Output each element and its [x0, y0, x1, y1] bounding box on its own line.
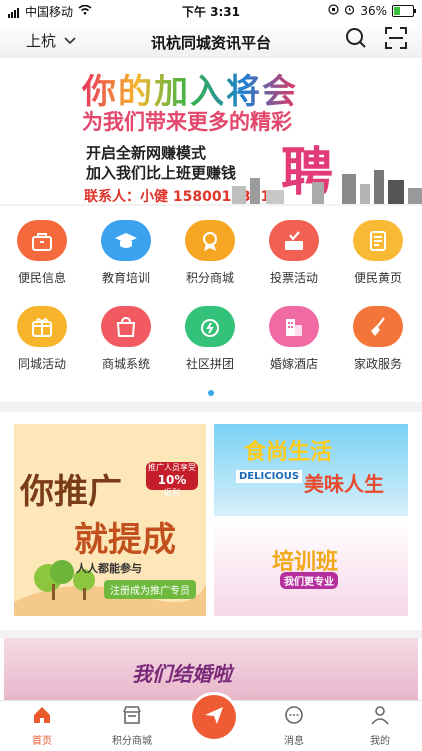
- message-icon: [284, 705, 304, 729]
- alarm-clock-icon: [185, 306, 235, 347]
- grid-item[interactable]: 社区拼团: [168, 292, 252, 372]
- rebate-tag-bottom: 返利: [164, 488, 180, 497]
- status-right: 36%: [328, 4, 416, 18]
- broom-icon: [353, 306, 403, 347]
- grid-item-label: 便民信息: [17, 271, 66, 285]
- app-header: 上杭 讯杭同城资讯平台: [0, 22, 422, 58]
- alarm-icon: [344, 4, 355, 18]
- grid-item[interactable]: 婚嫁酒店: [252, 292, 336, 372]
- grid-item-label: 投票活动: [269, 271, 318, 285]
- grid-item[interactable]: 商城系统: [84, 292, 168, 372]
- grid-item-label: 婚嫁酒店: [269, 357, 318, 371]
- wedding-banner[interactable]: 我们结婚啦: [0, 638, 422, 700]
- grid-item[interactable]: 积分商城: [168, 206, 252, 286]
- tab-profile[interactable]: 我的: [338, 705, 422, 747]
- wedding-banner-bg: 我们结婚啦: [4, 638, 418, 700]
- category-grid: 便民信息 教育培训 积分商城 投票活动 便民黄页 同城活动 商城系统 社区拼团 …: [0, 206, 422, 402]
- home-icon: [32, 705, 52, 729]
- grid-item-label: 教育培训: [101, 271, 150, 285]
- tab-label: 消息: [284, 736, 304, 747]
- skyline-graphic: [232, 170, 422, 204]
- bottom-tab-bar: 首页 积分商城 消息 我的: [0, 695, 422, 751]
- graduation-cap-icon: [101, 220, 151, 261]
- user-icon: [370, 705, 390, 729]
- page-indicator-dot[interactable]: [208, 390, 214, 396]
- promo-training-card[interactable]: 培训班 我们更专业: [214, 522, 408, 616]
- scan-icon[interactable]: [384, 26, 408, 50]
- promo-referral-card[interactable]: 推广人员享受 10% 返利 你推广 就提成 人人都能参与 注册成为推广专员: [14, 424, 206, 616]
- hero-banner[interactable]: 你的加入将会 为我们带来更多的精彩 开启全新网赚模式 加入我们比上班更赚钱 聘 …: [0, 58, 422, 204]
- grid-item[interactable]: 投票活动: [252, 206, 336, 286]
- battery-icon: [392, 5, 416, 17]
- food-badge: DELICIOUS: [236, 470, 303, 483]
- grid-item[interactable]: 同城活动: [0, 292, 84, 372]
- referral-subtitle: 人人都能参与: [76, 562, 142, 575]
- send-icon: [203, 704, 225, 730]
- tab-messages[interactable]: 消息: [252, 705, 336, 747]
- grid-item[interactable]: 便民信息: [0, 206, 84, 286]
- battery-percent: 36%: [360, 4, 387, 18]
- grid-item-label: 积分商城: [185, 271, 234, 285]
- orientation-lock-icon: [328, 4, 339, 18]
- banner-subheadline: 为我们带来更多的精彩: [82, 110, 292, 134]
- rebate-tag: 推广人员享受 10% 返利: [146, 462, 198, 497]
- rebate-tag-top: 推广人员享受: [148, 463, 196, 472]
- food-title: 食尚生活: [244, 440, 333, 465]
- grid-item-label: 家政服务: [353, 357, 402, 371]
- grid-item[interactable]: 便民黄页: [336, 206, 420, 286]
- grid-item-label: 社区拼团: [185, 357, 234, 371]
- gift-calendar-icon: [17, 306, 67, 347]
- phone-book-icon: [353, 220, 403, 261]
- tab-home[interactable]: 首页: [0, 705, 84, 747]
- tab-label: 我的: [370, 736, 390, 747]
- grid-item[interactable]: 家政服务: [336, 292, 420, 372]
- publish-button[interactable]: [192, 695, 236, 739]
- search-icon[interactable]: [344, 26, 368, 50]
- promo-section: 推广人员享受 10% 返利 你推广 就提成 人人都能参与 注册成为推广专员 食尚…: [0, 412, 422, 630]
- shopping-bag-icon: [101, 306, 151, 347]
- status-bar: 中国移动 下午 3:31 36%: [0, 0, 422, 22]
- badge-icon: [185, 220, 235, 261]
- hotel-building-icon: [269, 306, 319, 347]
- tab-points-mall[interactable]: 积分商城: [90, 705, 174, 747]
- grid-item[interactable]: 教育培训: [84, 206, 168, 286]
- training-subtitle: 我们更专业: [280, 572, 338, 589]
- register-promoter-button[interactable]: 注册成为推广专员: [104, 580, 196, 599]
- promo-food-card[interactable]: 食尚生活 DELICIOUS 美味人生: [214, 424, 408, 516]
- ballot-icon: [269, 220, 319, 261]
- referral-title-2: 就提成: [74, 520, 176, 560]
- food-subtitle: 美味人生: [304, 472, 384, 496]
- rebate-tag-percent: 10%: [157, 473, 187, 487]
- grid-item-label: 商城系统: [101, 357, 150, 371]
- grid-item-label: 便民黄页: [353, 271, 402, 285]
- banner-line-4: 加入我们比上班更赚钱: [86, 164, 237, 182]
- header-actions: [344, 26, 408, 50]
- referral-title-1: 你推广: [20, 472, 122, 512]
- tab-label: 积分商城: [112, 736, 152, 747]
- store-icon: [122, 705, 142, 729]
- banner-line-3: 开启全新网赚模式: [86, 144, 207, 162]
- wedding-text: 我们结婚啦: [132, 662, 232, 686]
- bag-icon: [17, 220, 67, 261]
- tab-label: 首页: [32, 736, 52, 747]
- grid-item-label: 同城活动: [17, 357, 66, 371]
